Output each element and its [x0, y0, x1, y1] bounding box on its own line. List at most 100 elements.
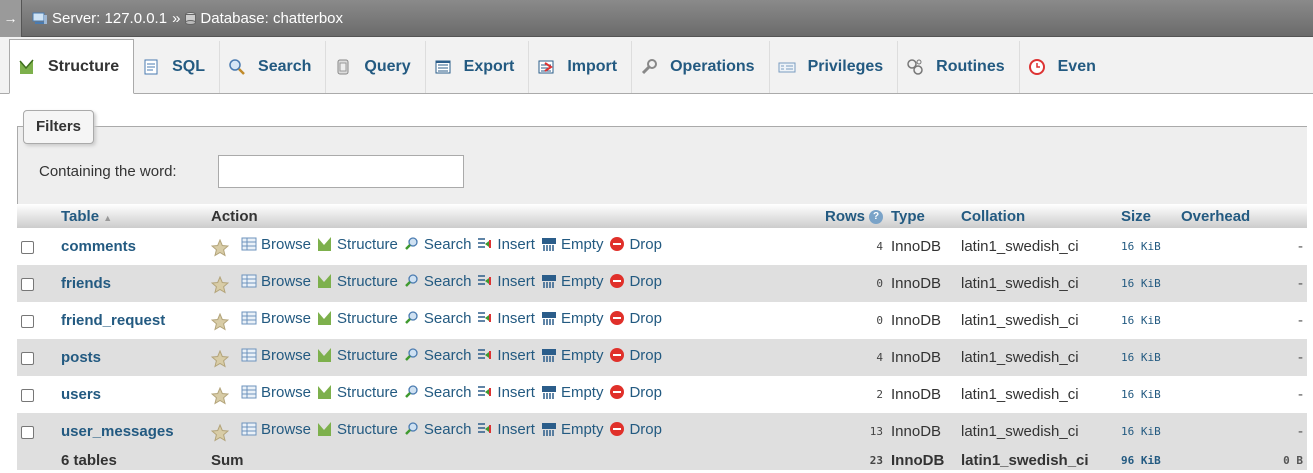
action-search-link[interactable]: Search [404, 383, 472, 401]
action-insert-link[interactable]: Insert [477, 310, 535, 327]
action-structure-link[interactable]: Structure [317, 384, 398, 401]
action-label: Search [423, 346, 472, 364]
tab-query[interactable]: Query [326, 41, 426, 93]
browse-icon [241, 385, 257, 399]
row-checkbox[interactable] [21, 314, 34, 328]
row-checkbox[interactable] [21, 277, 34, 291]
favorite-star-icon[interactable] [211, 239, 229, 257]
action-insert-link[interactable]: Insert [477, 384, 535, 401]
action-structure-link[interactable]: Structure [317, 421, 398, 438]
action-insert-link[interactable]: Insert [477, 347, 535, 364]
table-name-link[interactable]: friends [57, 265, 207, 302]
action-browse-link[interactable]: Browse [241, 347, 311, 364]
filters-panel [17, 126, 1307, 204]
tab-events[interactable]: Even [1020, 41, 1110, 93]
action-search-link[interactable]: Search [404, 236, 471, 253]
action-drop-link[interactable]: Drop [609, 384, 662, 401]
table-name-link[interactable]: users [57, 376, 207, 413]
action-label: Insert [497, 272, 535, 290]
favorite-star-icon[interactable] [211, 387, 229, 405]
tab-structure[interactable]: Structure [9, 39, 135, 94]
action-empty-link[interactable]: Empty [541, 273, 603, 290]
action-empty-link[interactable]: Empty [541, 384, 603, 401]
tab-sql[interactable]: SQL [134, 41, 221, 93]
row-checkbox[interactable] [21, 240, 34, 254]
action-structure-link[interactable]: Structure [317, 236, 398, 253]
tab-operations[interactable]: Operations [632, 41, 770, 93]
tab-routines[interactable]: Routines [898, 41, 1020, 93]
breadcrumb-database[interactable]: Database: chatterbox [185, 10, 343, 27]
table-name-link[interactable]: comments [57, 228, 207, 265]
row-overhead: - [1177, 228, 1307, 265]
row-size-link[interactable]: 16 KiB [1117, 302, 1177, 339]
action-insert-link[interactable]: Insert [477, 273, 535, 290]
tab-privileges[interactable]: Privileges [770, 41, 899, 93]
row-checkbox[interactable] [21, 351, 34, 365]
action-browse-link[interactable]: Browse [241, 273, 311, 290]
action-drop-link[interactable]: Drop [609, 236, 662, 253]
row-size-link[interactable]: 16 KiB [1117, 413, 1177, 450]
row-checkbox[interactable] [21, 388, 34, 402]
browse-icon [241, 422, 257, 436]
action-browse-link[interactable]: Browse [241, 421, 311, 438]
breadcrumb-separator: » [172, 9, 181, 27]
action-drop-link[interactable]: Drop [609, 421, 662, 438]
row-size-link[interactable]: 16 KiB [1117, 228, 1177, 265]
action-label: Browse [261, 383, 312, 401]
search-icon [405, 385, 418, 399]
action-drop-link[interactable]: Drop [609, 347, 662, 364]
action-empty-link[interactable]: Empty [541, 421, 603, 438]
action-label: Empty [560, 346, 604, 364]
action-browse-link[interactable]: Browse [241, 384, 311, 401]
table-name-link[interactable]: posts [57, 339, 207, 376]
action-search-link[interactable]: Search [404, 421, 471, 438]
action-search-link[interactable]: Search [404, 310, 471, 327]
tab-search[interactable]: Search [220, 41, 327, 93]
table-row: friend_request Browse Structure Search Inser… [17, 302, 1307, 339]
action-drop-link[interactable]: Drop [609, 273, 662, 290]
action-insert-link[interactable]: Insert [477, 236, 535, 253]
drop-icon [610, 385, 625, 400]
action-label: Empty [560, 235, 604, 253]
row-size-link[interactable]: 16 KiB [1117, 376, 1177, 413]
favorite-star-icon[interactable] [211, 350, 229, 368]
sql-icon [144, 59, 158, 75]
header-collation[interactable]: Collation [957, 204, 1117, 228]
favorite-star-icon[interactable] [211, 276, 229, 294]
action-label: Search [423, 383, 472, 401]
tab-import[interactable]: Import [529, 41, 633, 93]
row-size-link[interactable]: 16 KiB [1117, 265, 1177, 302]
action-empty-link[interactable]: Empty [541, 346, 604, 364]
action-insert-link[interactable]: Insert [477, 421, 535, 438]
header-type[interactable]: Type [887, 204, 957, 228]
favorite-star-icon[interactable] [211, 424, 229, 442]
action-drop-link[interactable]: Drop [609, 310, 662, 327]
insert-icon [478, 349, 492, 360]
action-structure-link[interactable]: Structure [317, 347, 398, 364]
favorite-star-icon[interactable] [211, 313, 229, 331]
header-size[interactable]: Size [1117, 204, 1177, 228]
table-name-link[interactable]: user_messages [57, 413, 207, 450]
tab-export[interactable]: Export [426, 41, 530, 93]
header-rows[interactable]: Rows? [797, 204, 887, 228]
action-search-link[interactable]: Search [404, 273, 471, 290]
action-structure-link[interactable]: Structure [317, 310, 398, 327]
action-search-link[interactable]: Search [404, 346, 472, 364]
action-browse-link[interactable]: Browse [241, 310, 311, 327]
row-checkbox[interactable] [21, 425, 34, 439]
insert-icon [478, 386, 492, 397]
row-size-link[interactable]: 16 KiB [1117, 339, 1177, 376]
collapse-arrow-icon[interactable]: → [0, 0, 22, 37]
action-browse-link[interactable]: Browse [241, 236, 311, 253]
action-empty-link[interactable]: Empty [541, 310, 603, 327]
action-empty-link[interactable]: Empty [541, 235, 604, 253]
action-structure-link[interactable]: Structure [317, 273, 398, 290]
header-overhead[interactable]: Overhead [1177, 204, 1307, 228]
drop-icon [610, 237, 625, 252]
row-checkbox-cell [17, 302, 57, 339]
header-table[interactable]: Table ▲ [57, 204, 207, 228]
help-icon[interactable]: ? [869, 209, 883, 224]
breadcrumb-server[interactable]: Server: 127.0.0.1 [32, 10, 167, 27]
filter-input[interactable] [218, 155, 464, 188]
table-name-link[interactable]: friend_request [57, 302, 207, 339]
